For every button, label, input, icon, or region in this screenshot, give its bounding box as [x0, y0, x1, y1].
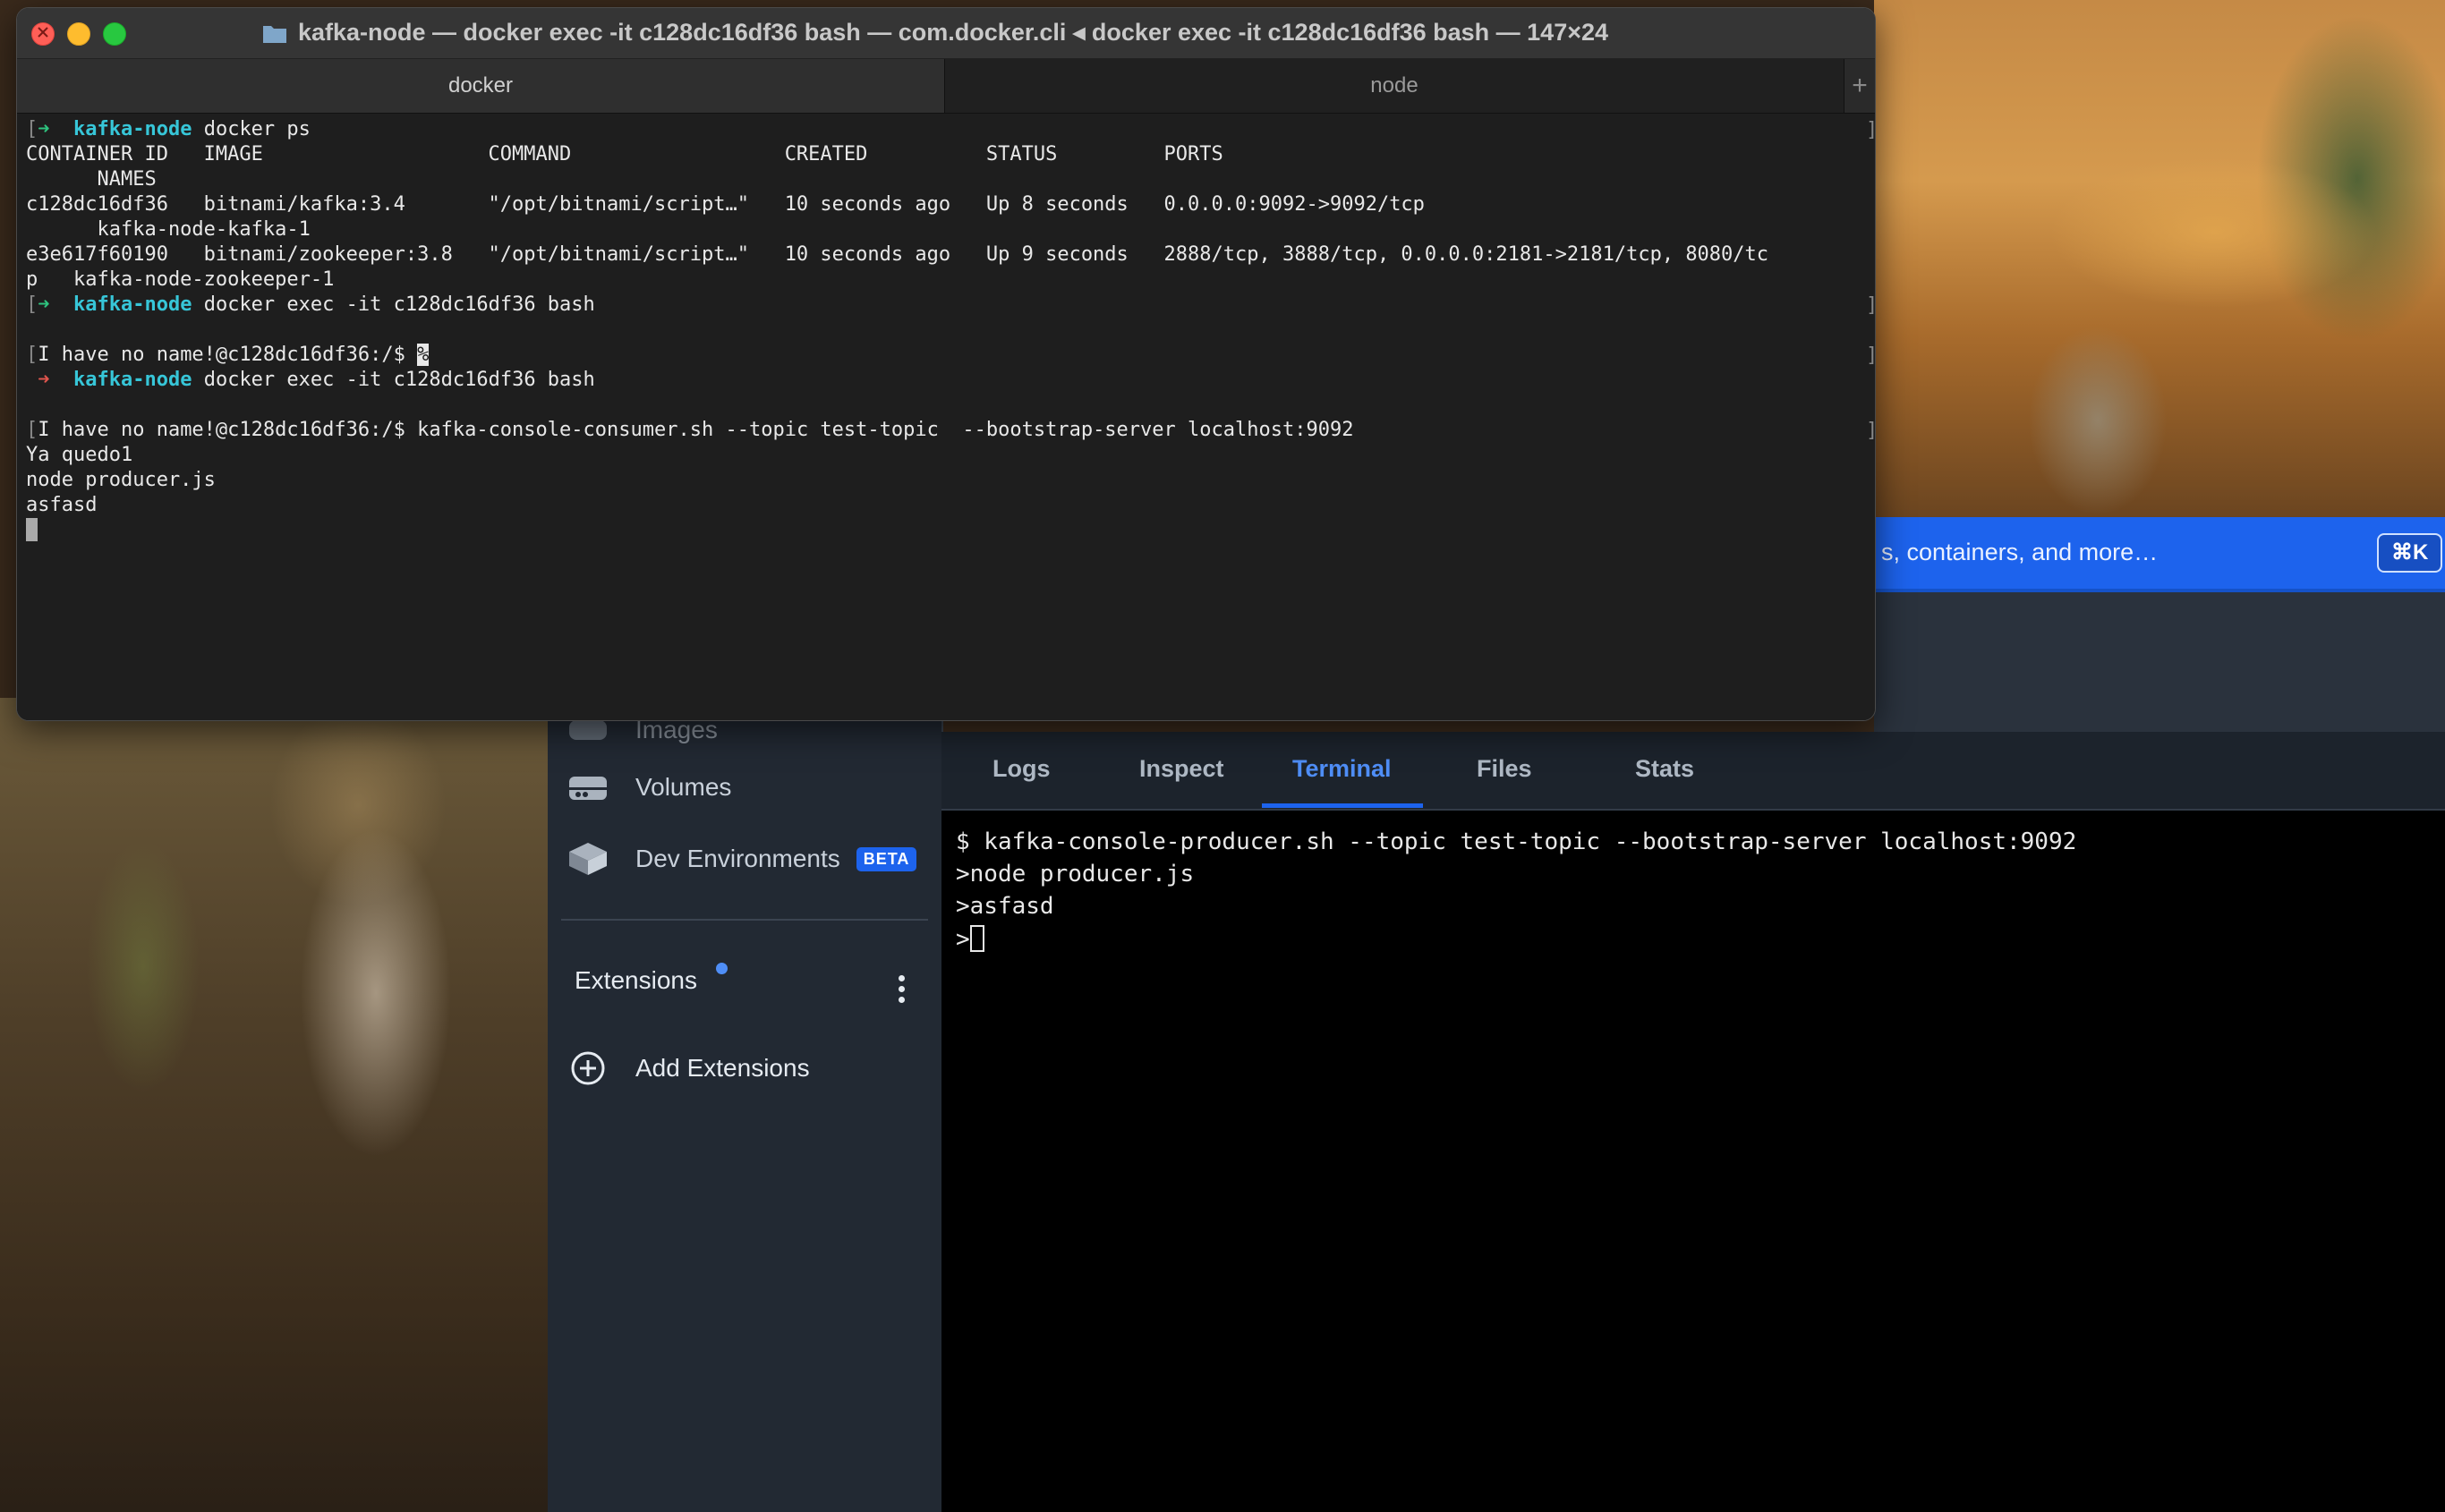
docker-container-header [1874, 592, 2445, 734]
tab-docker[interactable]: docker [17, 59, 945, 113]
prompt-directory: kafka-node [73, 293, 192, 316]
terminal-line: node producer.js [26, 469, 216, 491]
terminal-line: >asfasd [956, 893, 1054, 920]
line-marker: ] [1866, 294, 1875, 317]
prompt-directory: kafka-node [73, 369, 192, 391]
prompt-arrow-icon: ➜ [38, 293, 50, 316]
window-title: kafka-node — docker exec -it c128dc16df3… [262, 19, 1608, 47]
beta-badge: BETA [856, 846, 917, 871]
docker-sidebar: Images Volumes Dev Environments BETA Ext… [548, 707, 943, 1512]
terminal-line: e3e617f60190 bitnami/zookeeper:3.8 "/opt… [26, 243, 1769, 266]
volumes-icon [567, 769, 609, 805]
dev-environments-icon [567, 841, 609, 877]
terminal-window[interactable]: kafka-node — docker exec -it c128dc16df3… [16, 7, 1876, 721]
more-options-icon[interactable] [888, 966, 915, 1011]
line-marker: ] [1866, 344, 1875, 367]
terminal-line: CONTAINER ID IMAGE COMMAND CREATED STATU… [26, 143, 1223, 166]
terminal-line: [I have no name!@c128dc16df36:/$ % [26, 344, 430, 366]
window-title-text: kafka-node — docker exec -it c128dc16df3… [298, 19, 1609, 46]
terminal-line: Ya quedo1 [26, 444, 133, 466]
terminal-output[interactable]: [➜ kafka-node docker ps CONTAINER ID IMA… [17, 114, 1875, 720]
container-terminal[interactable]: $ kafka-console-producer.sh --topic test… [941, 811, 2445, 1512]
notification-dot-icon [716, 963, 728, 974]
line-marker: ] [1866, 420, 1875, 442]
terminal-line: [➜ kafka-node docker ps [26, 118, 311, 140]
minimize-window-button[interactable] [67, 22, 90, 46]
text-cursor [969, 925, 984, 952]
close-window-button[interactable] [31, 22, 55, 46]
add-extensions-button[interactable]: Add Extensions [567, 1045, 810, 1092]
extensions-label: Extensions [575, 966, 697, 994]
tab-stats[interactable]: Stats [1635, 755, 1694, 783]
new-tab-button[interactable]: + [1844, 59, 1875, 113]
sidebar-divider [561, 919, 928, 921]
prompt-arrow-icon: ➜ [38, 118, 50, 140]
window-titlebar[interactable]: kafka-node — docker exec -it c128dc16df3… [17, 8, 1875, 59]
docker-container-detail: Logs Inspect Terminal Files Stats $ kafk… [941, 732, 2445, 1512]
terminal-line: ➜ kafka-node docker exec -it c128dc16df3… [38, 369, 595, 391]
container-tabs: Logs Inspect Terminal Files Stats [941, 732, 2445, 811]
desktop-wallpaper-left [0, 698, 548, 1512]
line-marker: ] [1866, 119, 1875, 141]
tab-files[interactable]: Files [1477, 755, 1532, 783]
add-circle-icon [567, 1050, 609, 1086]
terminal-line: NAMES [26, 168, 157, 191]
terminal-cursor-line [26, 518, 38, 543]
terminal-line: kafka-node-kafka-1 [26, 218, 311, 241]
zoom-window-button[interactable] [103, 22, 126, 46]
sidebar-item-volumes[interactable]: Volumes [567, 764, 731, 811]
close-icon [38, 27, 48, 38]
sidebar-item-label: Volumes [635, 773, 732, 801]
prompt-directory: kafka-node [73, 118, 192, 140]
terminal-line: $ kafka-console-producer.sh --topic test… [956, 828, 2077, 855]
add-extensions-label: Add Extensions [635, 1054, 810, 1082]
tab-inspect[interactable]: Inspect [1139, 755, 1224, 783]
tab-terminal[interactable]: Terminal [1292, 755, 1392, 783]
folder-icon [263, 25, 286, 43]
terminal-line: asfasd [26, 494, 98, 516]
terminal-line: [I have no name!@c128dc16df36:/$ kafka-c… [26, 419, 1354, 441]
terminal-input-line: > [956, 925, 984, 953]
desktop-wallpaper-right [1874, 0, 2445, 517]
terminal-line: p kafka-node-zookeeper-1 [26, 268, 335, 291]
terminal-line: >node producer.js [956, 861, 1195, 888]
terminal-tabbar: docker node + [17, 59, 1875, 114]
extensions-header: Extensions [575, 963, 924, 1011]
active-tab-indicator [1262, 803, 1423, 808]
search-shortcut-badge: ⌘K [2377, 533, 2443, 573]
tab-logs[interactable]: Logs [992, 755, 1051, 783]
tab-node[interactable]: node [945, 59, 1844, 113]
sidebar-item-label: Dev Environments [635, 845, 840, 872]
docker-search-bar[interactable]: s, containers, and more… ⌘K [1874, 517, 2445, 592]
sidebar-item-dev-environments[interactable]: Dev Environments BETA [567, 836, 917, 882]
text-cursor [26, 518, 38, 541]
terminal-line: c128dc16df36 bitnami/kafka:3.4 "/opt/bit… [26, 193, 1425, 216]
terminal-line: [➜ kafka-node docker exec -it c128dc16df… [26, 293, 595, 316]
search-placeholder: s, containers, and more… [1881, 539, 2159, 565]
input-prompt: > [956, 926, 970, 953]
prompt-arrow-icon: ➜ [38, 369, 50, 391]
